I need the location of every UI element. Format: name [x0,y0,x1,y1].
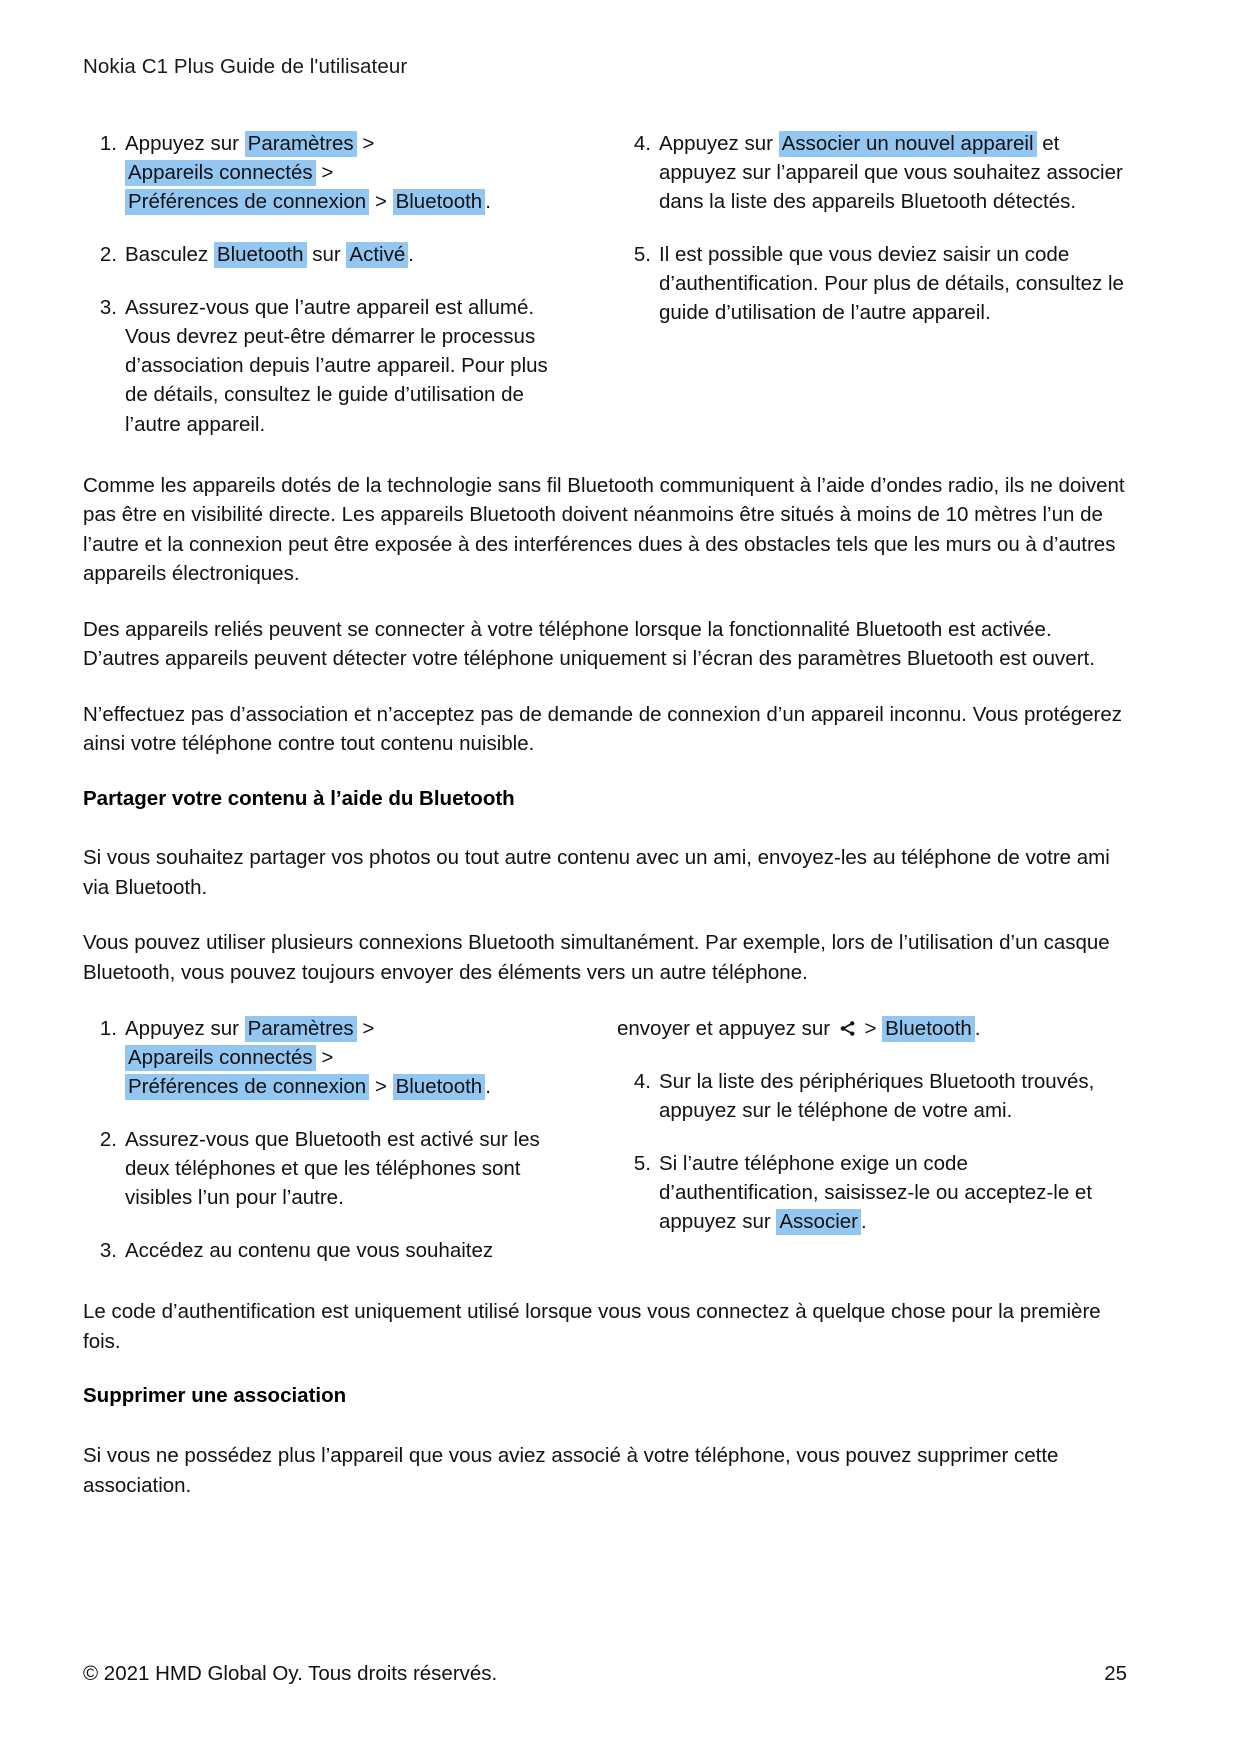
step-number: 2. [99,1127,117,1151]
paragraph-paired-devices: Des appareils reliés peuvent se connecte… [83,617,1095,671]
document-page: Nokia C1 Plus Guide de l'utilisateur 1. A… [0,0,1241,1754]
text-run: envoyer et appuyez sur [617,1016,836,1040]
text-run: Basculez [125,242,214,266]
step-text: Assurez-vous que Bluetooth est activé su… [125,1128,540,1209]
paragraph-remove-pairing: Si vous ne possédez plus l’appareil que … [83,1443,1059,1497]
step-text: Si l’autre téléphone exige un code d’aut… [659,1151,1093,1236]
pairing-steps-list-right: 4. Appuyez sur Associer un nouvel apparei… [617,129,1127,328]
text-run: Assurez-vous que l’autre appareil est al… [125,296,548,436]
text-run: . [408,242,414,266]
text-run: > [315,160,334,184]
paragraph-share-intro: Si vous souhaitez partager vos photos ou… [83,846,1110,899]
text-run: Appuyez sur [659,131,779,155]
text-run: . [974,1016,981,1040]
step-number: 4. [633,131,651,155]
paragraph-multiple-connections: Vous pouvez utiliser plusieurs connexion… [83,931,1110,984]
step-item: 5. Il est possible que vous deviez saisir… [617,240,1127,327]
ui-path-highlight: Bluetooth [392,1073,486,1100]
step-text: Assurez-vous que l’autre appareil est al… [125,296,548,435]
step-item: 4. Sur la liste des périphériques Bluetoo… [617,1067,1127,1125]
step-number: 3. [99,1239,117,1263]
step-item: 1. Appuyez sur Paramètres > Appareils con… [83,129,557,216]
ui-path-highlight: Préférences de connexion [125,188,370,215]
text-run: > [356,1016,375,1040]
step-item: 3. Assurez-vous que l’autre appareil est … [83,293,557,439]
ui-path-highlight: Paramètres [244,1015,357,1042]
text-run: > [369,1074,393,1098]
step-text: Sur la liste des périphériques Bluetooth… [659,1070,1094,1122]
text-run: Il est possible que vous deviez saisir u… [659,242,1124,325]
step-number: 4. [633,1069,651,1093]
text-run: . [860,1210,867,1234]
text-run: Assurez-vous que Bluetooth est activé su… [125,1127,540,1210]
text-run: > [369,189,393,213]
step-item: 2. Assurez-vous que Bluetooth est activé … [83,1125,557,1212]
text-run: sur [306,242,347,266]
share-steps-columns: 1. Appuyez sur Paramètres > Appareils con… [83,1014,1127,1266]
pairing-steps-right-column: 4. Appuyez sur Associer un nouvel apparei… [605,129,1127,328]
share-icon [838,1019,857,1038]
text-run: Accédez au contenu que vous souhaitez [125,1239,494,1263]
share-step-3-continuation: envoyer et appuyez sur > Bluetooth. [617,1014,1127,1043]
footer-copyright: © 2021 HMD Global Oy. Tous droits réserv… [83,1662,498,1685]
paragraph-auth-code-note: Le code d’authentification est uniquemen… [83,1300,1101,1353]
text-run: > [315,1045,334,1069]
ui-path-highlight: Associer un nouvel appareil [778,130,1037,157]
footer-page-number: 25 [1104,1662,1127,1685]
share-steps-list-left: 1. Appuyez sur Paramètres > Appareils con… [83,1014,557,1266]
text-run: . [485,1074,491,1098]
ui-path-highlight: Préférences de connexion [125,1073,370,1100]
paragraph-bluetooth-range: Comme les appareils dotés de la technolo… [83,473,1125,586]
text-run: Sur la liste des périphériques Bluetooth… [659,1069,1095,1122]
step-item: 3. Accédez au contenu que vous souhaitez [83,1236,557,1265]
step-text: Basculez Bluetooth sur Activé. [125,241,414,268]
page-footer: © 2021 HMD Global Oy. Tous droits réserv… [83,1662,1127,1686]
heading-share-content: Partager votre contenu à l’aide du Bluet… [83,786,515,810]
text-run: Si l’autre téléphone exige un code d’aut… [659,1151,1093,1234]
step-number: 3. [99,296,117,320]
step-text: Accédez au contenu que vous souhaitez [125,1239,493,1262]
share-steps-right-column: envoyer et appuyez sur > Bluetooth. 4. Su… [605,1014,1127,1237]
document-header-title: Nokia C1 Plus Guide de l'utilisateur [83,55,408,78]
step-number: 5. [633,1151,651,1175]
step-item: 1. Appuyez sur Paramètres > Appareils con… [83,1014,557,1101]
ui-path-highlight: Bluetooth [392,188,486,215]
share-steps-left-column: 1. Appuyez sur Paramètres > Appareils con… [83,1014,605,1266]
step-number: 1. [99,131,117,155]
text-run: Appuyez sur [125,131,245,155]
pairing-steps-left-column: 1. Appuyez sur Paramètres > Appareils con… [83,129,605,439]
text-run: > [356,131,375,155]
ui-path-highlight: Appareils connectés [125,159,316,186]
ui-path-highlight: Paramètres [244,130,357,157]
step-text: Appuyez sur Paramètres > Appareils conne… [125,130,491,215]
text-run: Appuyez sur [125,1016,245,1040]
step-number: 2. [99,242,117,266]
text-run: . [485,189,491,213]
step-number: 5. [633,242,651,266]
step-item: 2. Basculez Bluetooth sur Activé. [83,240,557,269]
step-text: Il est possible que vous deviez saisir u… [659,243,1124,324]
text-run: > [858,1016,883,1040]
step-number: 1. [99,1016,117,1040]
step-item: 5. Si l’autre téléphone exige un code d’a… [617,1149,1127,1236]
step-item: 4. Appuyez sur Associer un nouvel apparei… [617,129,1127,216]
ui-path-highlight: Appareils connectés [125,1044,316,1071]
heading-remove-pairing: Supprimer une association [83,1384,347,1408]
ui-path-highlight: Associer [776,1209,861,1236]
pairing-steps-list-left: 1. Appuyez sur Paramètres > Appareils con… [83,129,557,439]
paragraph-unknown-device-warning: N’effectuez pas d’association et n’accep… [83,702,1122,756]
step-text: Appuyez sur Associer un nouvel appareil … [659,130,1123,213]
pairing-steps-columns: 1. Appuyez sur Paramètres > Appareils con… [83,129,1127,439]
ui-path-highlight: Bluetooth [882,1015,975,1042]
ui-path-highlight: Activé [346,241,409,268]
share-steps-list-right: 4. Sur la liste des périphériques Bluetoo… [617,1067,1127,1237]
step-text: Appuyez sur Paramètres > Appareils conne… [125,1015,491,1100]
ui-path-highlight: Bluetooth [213,241,307,268]
